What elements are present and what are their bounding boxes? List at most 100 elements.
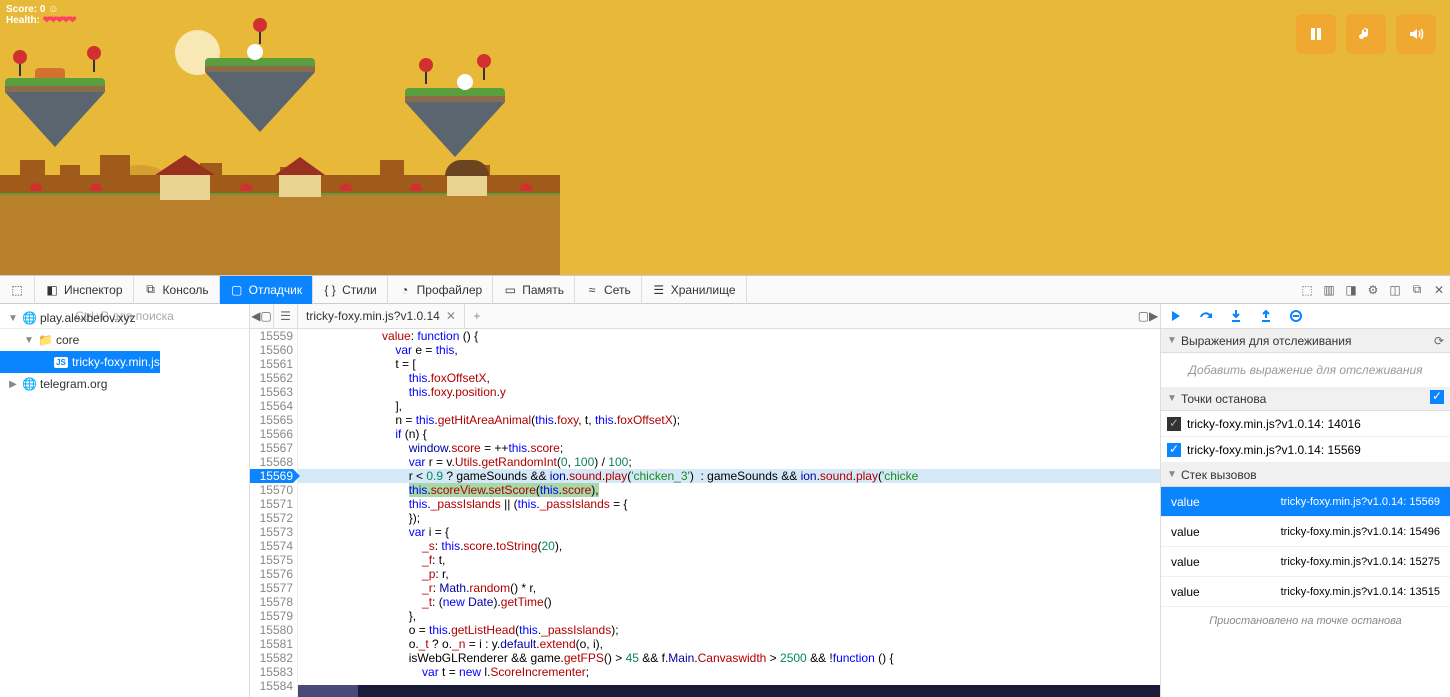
game-viewport: Score: 0 ☺ Health: ❤❤❤❤❤	[0, 0, 1450, 275]
deactivate-breakpoints-button[interactable]	[1287, 307, 1305, 325]
line-number[interactable]: 15562	[250, 371, 293, 385]
line-number[interactable]: 15565	[250, 413, 293, 427]
line-number[interactable]: 15583	[250, 665, 293, 679]
source-file-selected[interactable]: JStricky-foxy.min.js	[0, 351, 160, 373]
line-number[interactable]: 15582	[250, 651, 293, 665]
close-tab-icon[interactable]: ✕	[446, 309, 456, 323]
line-number[interactable]: 15575	[250, 553, 293, 567]
breakpoint-checkbox[interactable]	[1167, 443, 1181, 457]
code-line: this._passIslands || (this._passIslands …	[298, 497, 1160, 511]
line-number[interactable]: 15574	[250, 539, 293, 553]
line-number[interactable]: 15578	[250, 595, 293, 609]
source-tree-item[interactable]: ▶🌐telegram.org	[0, 373, 160, 395]
line-number[interactable]: 15569	[250, 469, 293, 483]
callstack-frame[interactable]: valuetricky-foxy.min.js?v1.0.14: 13515	[1161, 577, 1450, 607]
tab-console[interactable]: ⧉Консоль	[134, 276, 220, 304]
line-number[interactable]: 15571	[250, 497, 293, 511]
step-out-button[interactable]	[1257, 307, 1275, 325]
watch-placeholder[interactable]: Добавить выражение для отслеживания	[1161, 353, 1450, 387]
code-line: this.foxOffsetX,	[298, 371, 1160, 385]
tab-network[interactable]: ≈Сеть	[575, 276, 642, 304]
step-in-button[interactable]	[1227, 307, 1245, 325]
horizontal-scrollbar[interactable]	[298, 685, 1160, 697]
folder-icon: 📁	[38, 333, 52, 347]
code-line: this.scoreView.setScore(this.score),	[298, 483, 1160, 497]
health-label: Health:	[6, 15, 40, 26]
breakpoint-item[interactable]: tricky-foxy.min.js?v1.0.14: 15569	[1161, 437, 1450, 463]
code-line: _p: r,	[298, 567, 1160, 581]
settings-icon[interactable]: ⚙	[1362, 276, 1384, 304]
line-number[interactable]: 15572	[250, 511, 293, 525]
code-line: o = this.getListHead(this._passIslands);	[298, 623, 1160, 637]
line-number[interactable]: 15579	[250, 609, 293, 623]
line-number[interactable]: 15561	[250, 357, 293, 371]
code-line: var e = this,	[298, 343, 1160, 357]
code-line: isWebGLRenderer && game.getFPS() > 45 &&…	[298, 651, 1160, 665]
tab-storage[interactable]: ☰Хранилище	[642, 276, 747, 304]
house-graphic	[445, 160, 489, 196]
dock-side-icon[interactable]: ◫	[1384, 276, 1406, 304]
source-tree-item[interactable]: ▼🌐play.alexbelov.xyz	[0, 307, 160, 329]
line-number[interactable]: 15573	[250, 525, 293, 539]
code-line: _r: Math.random() * r,	[298, 581, 1160, 595]
responsive-mode-icon[interactable]: ⬚	[1296, 276, 1318, 304]
new-tab-icon[interactable]: +	[465, 309, 489, 323]
toggle-sources-icon[interactable]: ◀▢	[250, 304, 274, 329]
toolbox-dock-icon[interactable]: ◨	[1340, 276, 1362, 304]
score-value: 0	[40, 4, 46, 15]
close-devtools-icon[interactable]: ✕	[1428, 276, 1450, 304]
line-number[interactable]: 15577	[250, 581, 293, 595]
file-tab[interactable]: tricky-foxy.min.js?v1.0.14 ✕	[298, 304, 465, 329]
popout-icon[interactable]: ⧉	[1406, 276, 1428, 304]
score-label: Score:	[6, 4, 37, 15]
tab-styles[interactable]: { }Стили	[313, 276, 388, 304]
line-number[interactable]: 15581	[250, 637, 293, 651]
line-number[interactable]: 15566	[250, 427, 293, 441]
breakpoint-item[interactable]: tricky-foxy.min.js?v1.0.14: 14016	[1161, 411, 1450, 437]
refresh-icon[interactable]: ⟳	[1434, 334, 1444, 348]
line-number[interactable]: 15563	[250, 385, 293, 399]
callstack-frame[interactable]: valuetricky-foxy.min.js?v1.0.14: 15496	[1161, 517, 1450, 547]
code-line: o._t ? o._n = i : y.default.extend(o, i)…	[298, 637, 1160, 651]
tab-profiler[interactable]: ◔Профайлер	[388, 276, 494, 304]
line-number[interactable]: 15570	[250, 483, 293, 497]
watch-panel-header[interactable]: ▼Выражения для отслеживания ⟳	[1161, 329, 1450, 353]
line-number[interactable]: 15584	[250, 679, 293, 693]
line-number[interactable]: 15564	[250, 399, 293, 413]
callstack-panel-header[interactable]: ▼Стек вызовов	[1161, 463, 1450, 487]
breakpoint-checkbox[interactable]	[1167, 417, 1181, 431]
iframe-picker[interactable]: ⬚	[0, 276, 35, 304]
line-number[interactable]: 15559	[250, 329, 293, 343]
line-number[interactable]: 15576	[250, 567, 293, 581]
source-outline-icon[interactable]: ☰	[274, 304, 298, 329]
folder-icon: 🌐	[22, 311, 36, 325]
code-line: });	[298, 511, 1160, 525]
step-over-button[interactable]	[1197, 307, 1215, 325]
twisty-icon: ▼	[24, 335, 34, 346]
toolbox-options-icon[interactable]: ▥	[1318, 276, 1340, 304]
tab-inspector[interactable]: ◧Инспектор	[35, 276, 134, 304]
toggle-right-pane-icon[interactable]: ▢▶	[1136, 304, 1160, 329]
breakpoints-panel-header[interactable]: ▼Точки останова	[1161, 387, 1450, 411]
floating-island	[405, 88, 505, 157]
paused-reason: Приостановлено на точке останова	[1161, 607, 1450, 635]
source-tree-item[interactable]: ▼📁core	[0, 329, 160, 351]
pause-button[interactable]	[1296, 14, 1336, 54]
code-line: r < 0.9 ? gameSounds && ion.sound.play('…	[298, 469, 1160, 483]
code-line: if (n) {	[298, 427, 1160, 441]
code-line: _t: (new Date).getTime()	[298, 595, 1160, 609]
breakpoints-toggle-all-icon[interactable]	[1430, 390, 1444, 407]
callstack-frame[interactable]: valuetricky-foxy.min.js?v1.0.14: 15569	[1161, 487, 1450, 517]
callstack-frame[interactable]: valuetricky-foxy.min.js?v1.0.14: 15275	[1161, 547, 1450, 577]
resume-button[interactable]	[1167, 307, 1185, 325]
line-number[interactable]: 15567	[250, 441, 293, 455]
line-number[interactable]: 15580	[250, 623, 293, 637]
tab-debugger[interactable]: ▢Отладчик	[220, 276, 313, 304]
ground	[0, 195, 560, 275]
sound-button[interactable]	[1396, 14, 1436, 54]
music-button[interactable]	[1346, 14, 1386, 54]
code-editor[interactable]: 1555915560155611556215563155641556515566…	[250, 329, 1160, 697]
line-number[interactable]: 15560	[250, 343, 293, 357]
tab-memory[interactable]: ▭Память	[493, 276, 575, 304]
line-number[interactable]: 15568	[250, 455, 293, 469]
